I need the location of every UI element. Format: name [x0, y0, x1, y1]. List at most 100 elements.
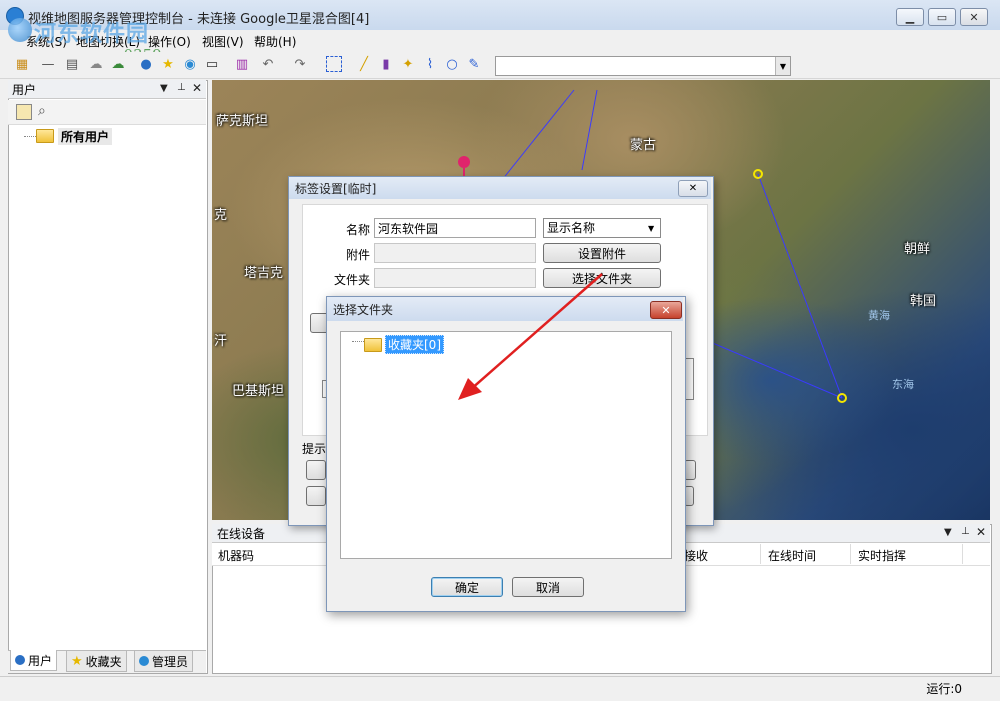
map-label: 克 [214, 208, 228, 223]
star-icon: ★ [71, 653, 83, 669]
redo-icon[interactable]: ↷ [292, 56, 308, 72]
column-separator[interactable] [850, 544, 851, 564]
folder-input[interactable] [374, 268, 536, 288]
dialog-title: 选择文件夹 [333, 303, 394, 317]
undo-icon[interactable]: ↶ [260, 56, 276, 72]
tab-label: 用户 [28, 653, 53, 668]
globe-icon[interactable]: ◉ [182, 56, 198, 72]
map-label: 蒙古 [630, 138, 657, 153]
ruler-icon[interactable]: ▮ [378, 56, 394, 72]
select-rect-icon[interactable] [326, 56, 342, 72]
route-line [757, 173, 843, 399]
display-mode-select[interactable]: 显示名称 [543, 218, 661, 238]
user-panel [8, 80, 208, 674]
dialog-close-button[interactable]: ✕ [678, 180, 708, 197]
column-separator[interactable] [760, 544, 761, 564]
map-label: 萨克斯坦 [216, 114, 269, 129]
close-icon[interactable]: ✕ [192, 81, 202, 95]
map-label: 黄海 [868, 309, 890, 322]
map-label: 朝鲜 [904, 242, 931, 257]
dialog-title: 标签设置[临时] [295, 182, 377, 196]
cancel-button[interactable]: 取消 [512, 577, 584, 597]
chevron-down-icon[interactable]: ▼ [648, 224, 654, 233]
cloud-upload-icon[interactable]: ☁ [110, 56, 126, 72]
column-header[interactable]: 接收 [684, 547, 708, 564]
set-attachment-button[interactable]: 设置附件 [543, 243, 661, 263]
column-header[interactable]: 在线时间 [768, 547, 816, 564]
folder-icon [36, 129, 54, 143]
status-text: 运行:0 [926, 682, 962, 696]
choose-folder-button[interactable]: 选择文件夹 [543, 268, 661, 288]
dropdown-icon[interactable]: ▼ [944, 527, 952, 538]
name-input[interactable]: 河东软件园 [374, 218, 536, 238]
folder-tree[interactable] [340, 331, 672, 559]
route-line [581, 89, 598, 171]
name-label: 名称 [345, 223, 370, 237]
minimize-icon: ▁ [905, 10, 915, 24]
dropdown-icon[interactable]: ▼ [160, 83, 168, 94]
hidden-button[interactable] [306, 486, 326, 506]
polyline-icon[interactable]: ⌇ [422, 56, 438, 72]
folder-label: 文件夹 [333, 273, 370, 287]
maximize-icon: ▭ [936, 10, 948, 24]
document-icon[interactable]: ▤ [64, 56, 80, 72]
tab-favorites[interactable]: ★ 收藏夹 [66, 650, 127, 672]
map-label: 汗 [214, 334, 228, 349]
star-icon[interactable]: ★ [160, 56, 176, 72]
pin-icon[interactable]: ⊥ [177, 82, 186, 93]
chevron-down-icon[interactable]: ▼ [775, 57, 790, 75]
user-panel-title: 用户 [12, 83, 37, 97]
layers-icon[interactable]: ▦ [14, 56, 30, 72]
ok-button[interactable]: 确定 [431, 577, 503, 597]
tree-root[interactable]: 所有用户 [36, 127, 113, 145]
pencil-icon[interactable]: ╱ [356, 56, 372, 72]
tab-users[interactable]: 用户 [10, 650, 58, 671]
close-icon[interactable]: ✕ [976, 525, 986, 539]
tree-connector [24, 136, 36, 137]
attachment-input[interactable] [374, 243, 536, 263]
circle-icon[interactable]: ○ [444, 56, 460, 72]
toolbar-combo[interactable]: ▼ [495, 56, 791, 76]
user-add-icon[interactable]: ● [138, 56, 154, 72]
column-header[interactable]: 实时指挥 [858, 547, 906, 564]
pen-icon[interactable]: ✎ [466, 56, 482, 72]
folder-icon [364, 337, 382, 352]
user-icon [15, 655, 25, 665]
map-label: 巴基斯坦 [232, 384, 285, 399]
hidden-button[interactable] [306, 460, 326, 480]
column-separator[interactable] [962, 544, 963, 564]
tab-label: 收藏夹 [85, 654, 122, 669]
user-list-icon[interactable] [16, 104, 32, 120]
admin-icon [139, 656, 149, 666]
hint-label: 提示 [302, 442, 327, 456]
device-panel-title: 在线设备 [217, 527, 266, 541]
menu-help[interactable]: 帮助(H) [254, 33, 296, 50]
tree-root-label: 所有用户 [58, 127, 113, 145]
close-icon: ✕ [661, 303, 671, 317]
cloud-icon[interactable]: ☁ [88, 56, 104, 72]
attachment-label: 附件 [345, 248, 370, 262]
line-icon[interactable]: — [40, 56, 56, 72]
search-icon[interactable]: ⌕ [38, 103, 46, 119]
watermark-title: 河东软件园 [34, 22, 150, 47]
column-header[interactable]: 机器码 [218, 547, 254, 564]
trash-icon[interactable]: ▥ [234, 56, 250, 72]
close-button[interactable]: ✕ [960, 8, 988, 26]
close-icon: ✕ [688, 183, 698, 194]
dialog-close-button[interactable]: ✕ [650, 301, 682, 319]
folder-tree-node[interactable]: 收藏夹[0] [364, 335, 444, 354]
laptop-icon[interactable]: ▭ [204, 56, 220, 72]
route-line [501, 89, 575, 181]
map-pin-icon[interactable] [458, 156, 470, 168]
maximize-button[interactable]: ▭ [928, 8, 956, 26]
status-bar [0, 676, 1000, 701]
map-label: 东海 [892, 378, 914, 391]
close-icon: ✕ [969, 10, 979, 24]
tab-admin[interactable]: 管理员 [134, 650, 194, 672]
star-tool-icon[interactable]: ✦ [400, 56, 416, 72]
minimize-button[interactable]: ▁ [896, 8, 924, 26]
tab-label: 管理员 [152, 654, 189, 669]
map-label: 韩国 [910, 294, 937, 309]
menu-view[interactable]: 视图(V) [202, 33, 244, 50]
pin-icon[interactable]: ⊥ [961, 526, 970, 537]
